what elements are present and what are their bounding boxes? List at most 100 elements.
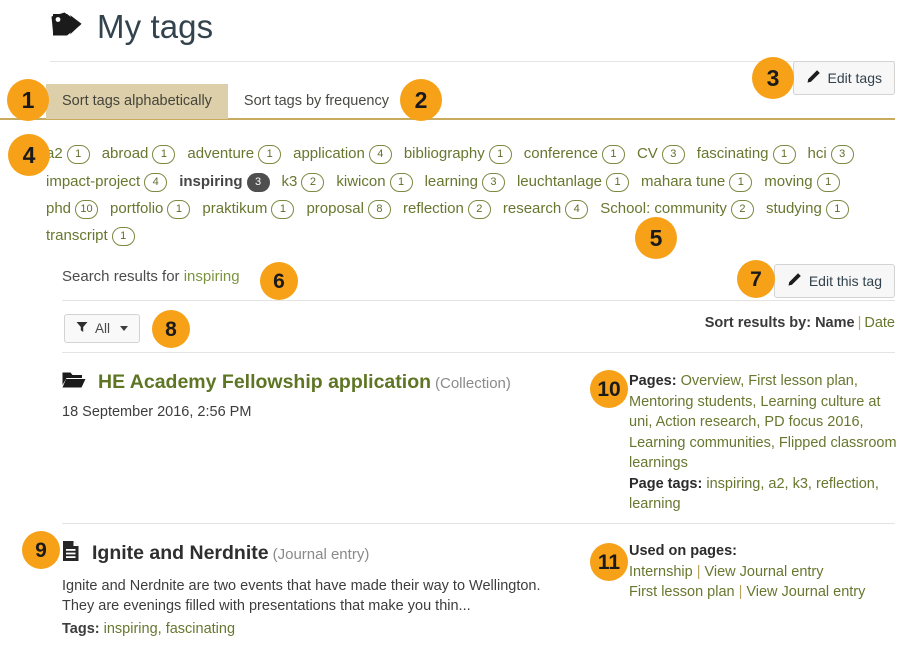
tag-item[interactable]: fascinating 1	[697, 140, 796, 167]
tag-count-badge: 1	[601, 145, 625, 165]
tag-item[interactable]: proposal 8	[306, 195, 391, 222]
callout-badge-10: 10	[590, 370, 628, 408]
tag-item[interactable]: conference 1	[524, 140, 625, 167]
tag-item[interactable]: mahara tune 1	[641, 168, 753, 195]
tag-label[interactable]: proposal	[306, 200, 364, 217]
open-folder-icon	[62, 370, 86, 394]
tag-item[interactable]: portfolio 1	[110, 195, 191, 222]
tag-item[interactable]: research 4	[503, 195, 589, 222]
tag-count-badge: 4	[144, 172, 168, 192]
tag-label[interactable]: conference	[524, 145, 598, 162]
tag-label[interactable]: k3	[282, 173, 298, 190]
tag-item[interactable]: kiwicon 1	[336, 168, 413, 195]
tag-label[interactable]: moving	[764, 173, 812, 190]
result-title-text[interactable]: HE Academy Fellowship application	[98, 371, 431, 393]
result-type: (Collection)	[435, 374, 511, 392]
tag-label[interactable]: leuchtanlage	[517, 173, 602, 190]
pages-line: Pages: Overview, First lesson plan, Ment…	[629, 371, 901, 474]
tag-item[interactable]: k3 2	[282, 168, 325, 195]
result-tags-value[interactable]: inspiring, fascinating	[104, 621, 235, 637]
sort-results-date[interactable]: Date	[864, 315, 895, 331]
search-results-heading: Search results for inspiring	[62, 268, 240, 285]
result-title-row: HE Academy Fellowship application (Collec…	[62, 370, 511, 394]
tag-item[interactable]: adventure 1	[187, 140, 282, 167]
callout-badge-8: 8	[152, 310, 190, 348]
tab-sort-alphabetically[interactable]: Sort tags alphabetically	[46, 84, 228, 119]
tag-item[interactable]: inspiring 3	[179, 168, 270, 195]
tag-item[interactable]: reflection 2	[403, 195, 491, 222]
tag-item[interactable]: leuchtanlage 1	[517, 168, 630, 195]
edit-this-tag-label: Edit this tag	[808, 273, 882, 289]
result-tags: Tags: inspiring, fascinating	[62, 621, 562, 637]
tag-item[interactable]: hci 3	[808, 140, 854, 167]
tag-label[interactable]: portfolio	[110, 200, 163, 217]
result-title[interactable]: HE Academy Fellowship application (Collec…	[98, 371, 511, 394]
chevron-down-icon	[120, 326, 129, 331]
tag-label[interactable]: phd	[46, 200, 71, 217]
tag-label[interactable]: inspiring	[179, 173, 242, 190]
tag-label[interactable]: studying	[766, 200, 822, 217]
tag-count-badge: 2	[730, 199, 754, 219]
tag-item[interactable]: application 4	[293, 140, 392, 167]
divider-above-filter	[62, 300, 895, 301]
tag-item[interactable]: a2 1	[46, 140, 90, 167]
tag-label[interactable]: fascinating	[697, 145, 769, 162]
callout-badge-2: 2	[400, 79, 442, 121]
tag-label[interactable]: learning	[425, 173, 478, 190]
tag-count-badge: 1	[772, 145, 796, 165]
sort-results-active[interactable]: Name	[815, 315, 855, 331]
tag-label[interactable]: application	[293, 145, 365, 162]
tag-label[interactable]: transcript	[46, 227, 108, 244]
edit-this-tag-button[interactable]: Edit this tag	[773, 264, 895, 298]
tag-label[interactable]: research	[503, 200, 561, 217]
tag-item[interactable]: moving 1	[764, 168, 840, 195]
tag-label[interactable]: CV	[637, 145, 658, 162]
tag-item[interactable]: impact-project 4	[46, 168, 168, 195]
page-tags-label: Page tags:	[629, 475, 703, 492]
tag-label[interactable]: praktikum	[202, 200, 267, 217]
tag-item[interactable]: abroad 1	[102, 140, 176, 167]
filter-dropdown[interactable]: All	[64, 314, 141, 343]
view-journal-entry-link-2[interactable]: View Journal entry	[746, 584, 865, 600]
tag-label[interactable]: impact-project	[46, 173, 140, 190]
tab-sort-by-frequency[interactable]: Sort tags by frequency	[228, 84, 405, 119]
result-title-text[interactable]: Ignite and Nerdnite	[92, 542, 269, 564]
tag-count-badge: 3	[481, 172, 505, 192]
tag-label[interactable]: reflection	[403, 200, 464, 217]
tag-item[interactable]: CV 3	[637, 140, 685, 167]
callout-badge-5: 5	[635, 217, 677, 259]
result-type: (Journal entry)	[272, 546, 370, 563]
used-page-link-2[interactable]: First lesson plan	[629, 584, 735, 600]
result-title[interactable]: Ignite and Nerdnite (Journal entry)	[92, 542, 369, 565]
tag-label[interactable]: kiwicon	[336, 173, 385, 190]
tag-label[interactable]: adventure	[187, 145, 254, 162]
tag-item[interactable]: phd 10	[46, 195, 99, 222]
divider-below-filter	[62, 352, 895, 353]
result-title-row: Ignite and Nerdnite (Journal entry)	[62, 540, 562, 567]
used-page-link-1[interactable]: Internship	[629, 564, 693, 580]
tag-label[interactable]: abroad	[102, 145, 149, 162]
tag-item[interactable]: School: community 2	[600, 195, 754, 222]
view-journal-entry-link-1[interactable]: View Journal entry	[704, 564, 823, 580]
tag-item[interactable]: studying 1	[766, 195, 849, 222]
result-date: 18 September 2016, 2:56 PM	[62, 404, 252, 420]
tag-label[interactable]: School: community	[600, 200, 727, 217]
double-tag-icon	[50, 10, 86, 45]
pages-label: Pages:	[629, 373, 677, 389]
tag-item[interactable]: transcript 1	[46, 222, 135, 249]
tag-count-badge: 3	[661, 145, 685, 165]
search-term: inspiring	[183, 268, 240, 285]
tag-count-badge: 1	[271, 199, 295, 219]
tag-label[interactable]: bibliography	[404, 145, 485, 162]
tag-item[interactable]: praktikum 1	[202, 195, 295, 222]
result-description: Ignite and Nerdnite are two events that …	[62, 578, 541, 614]
sort-results-label: Sort results by:	[704, 315, 812, 331]
result-item-journal: Ignite and Nerdnite (Journal entry) Ignit…	[62, 540, 562, 637]
tag-item[interactable]: bibliography 1	[404, 140, 512, 167]
tag-label[interactable]: hci	[808, 145, 827, 162]
used-on-pages-label: Used on pages:	[629, 543, 737, 559]
tag-label[interactable]: mahara tune	[641, 173, 725, 190]
tag-item[interactable]: learning 3	[425, 168, 505, 195]
tag-count-badge: 1	[111, 227, 135, 247]
edit-tags-button[interactable]: Edit tags	[792, 61, 895, 95]
